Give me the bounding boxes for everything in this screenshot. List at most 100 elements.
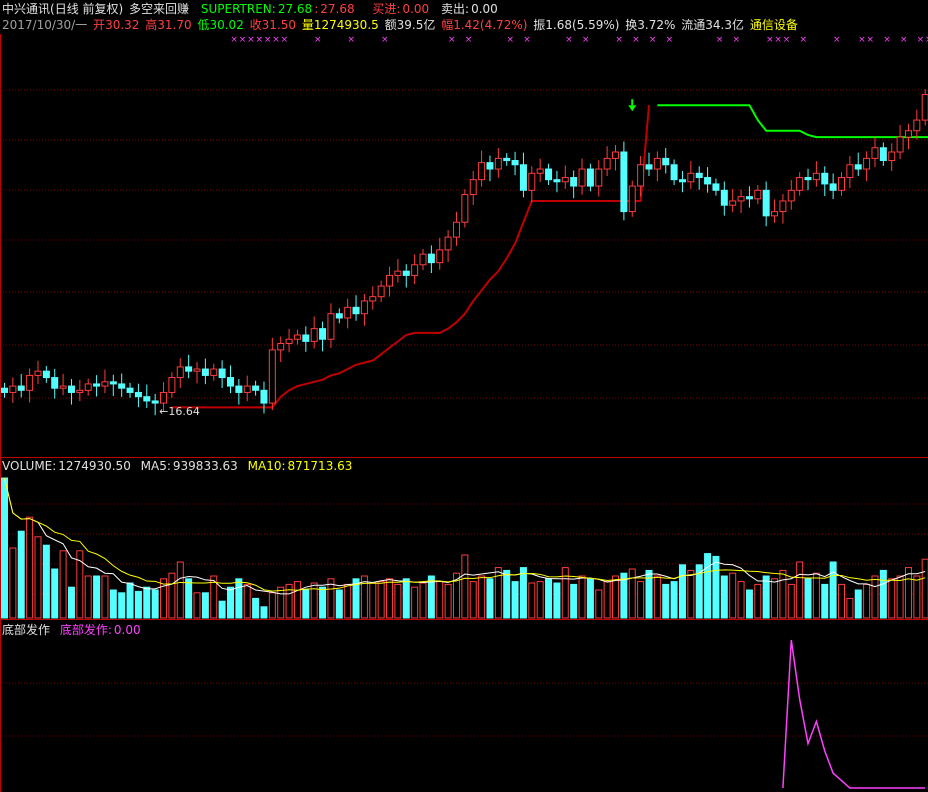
candle-body [34, 370, 42, 376]
volume-bar [268, 592, 276, 619]
volume-bar [704, 553, 712, 619]
candle-body [402, 270, 410, 276]
candle-body [804, 177, 812, 181]
volume-bar [377, 581, 385, 619]
candle-body [879, 147, 887, 162]
candle-body [863, 157, 871, 170]
volume-bar [586, 578, 594, 619]
x-mark: × [733, 35, 741, 45]
candle-body [260, 389, 268, 404]
candle-body [829, 183, 837, 191]
candle-body [201, 368, 209, 376]
candle-body [771, 211, 779, 217]
volume-bar [67, 586, 75, 619]
volume-bar [896, 575, 904, 619]
volume-bar [612, 575, 620, 619]
candle-body [561, 177, 569, 183]
candle-body [193, 368, 201, 372]
volume-bar [637, 581, 645, 619]
x-mark: × [247, 35, 255, 45]
candle-body [268, 349, 276, 404]
x-mark: × [766, 35, 774, 45]
candle-body [352, 306, 360, 315]
volume-bar [737, 581, 745, 619]
x-mark: × [917, 35, 925, 45]
volume-bar [545, 578, 553, 619]
candle-body [327, 313, 335, 340]
candle-body [419, 253, 427, 266]
candle-body [478, 162, 486, 181]
candle-body [653, 157, 661, 170]
candle-body [67, 385, 75, 393]
candle-body [779, 200, 787, 213]
volume-bar [478, 575, 486, 619]
x-mark: × [523, 35, 531, 45]
volume-bar [904, 567, 912, 619]
volume-bar [829, 561, 837, 619]
x-mark: × [264, 35, 272, 45]
candle-body [904, 130, 912, 138]
price-chart[interactable]: ××××××××××××××××××××××××××××××××××××××××… [0, 0, 928, 792]
volume-bar [519, 567, 527, 619]
x-mark: × [255, 35, 263, 45]
candle-body [302, 334, 310, 342]
candle-body [519, 164, 527, 191]
volume-bar [687, 569, 695, 619]
volume-bar [201, 592, 209, 619]
volume-bar [101, 575, 109, 619]
candle-body [737, 196, 745, 202]
candle-body [838, 177, 845, 191]
candle-body [436, 249, 444, 264]
volume-bar [779, 569, 787, 619]
volume-bar [553, 582, 561, 619]
candle-body [59, 385, 67, 389]
volume-bar [863, 583, 871, 619]
candle-body [494, 157, 502, 170]
volume-bar [34, 536, 42, 619]
volume-bar [252, 597, 260, 619]
candle-body [846, 164, 854, 179]
candle-body [444, 236, 452, 251]
supertrend-up-line [171, 105, 650, 409]
volume-bar [461, 554, 469, 619]
volume-bar [402, 578, 410, 619]
candle-body [319, 328, 327, 340]
volume-bar [436, 581, 444, 619]
candle-body [612, 151, 620, 159]
candle-body [285, 338, 293, 345]
candle-body [42, 370, 50, 379]
volume-bar [411, 586, 419, 619]
candle-body [411, 264, 419, 276]
candle-body [168, 377, 176, 393]
volume-bar [243, 583, 251, 619]
x-mark: × [448, 35, 456, 45]
x-mark: × [230, 35, 238, 45]
candle-body [687, 172, 695, 183]
volume-bar [662, 583, 670, 619]
volume-bar [812, 572, 820, 619]
volume-bar [42, 544, 50, 619]
volume-bar [176, 561, 184, 619]
candle-body [729, 200, 737, 206]
candle-body [344, 306, 352, 319]
candle-body [118, 383, 126, 389]
candle-body [51, 377, 59, 389]
volume-bar [762, 575, 770, 619]
candle-body [109, 381, 117, 385]
candle-body [796, 177, 804, 191]
volume-bar [293, 581, 301, 619]
candle-body [620, 151, 628, 213]
volume-bar [720, 575, 728, 619]
volume-bar [17, 530, 25, 619]
candle-body [185, 366, 193, 372]
candle-body [377, 285, 385, 298]
volume-bar [134, 590, 142, 619]
candle-body [720, 189, 728, 206]
volume-bar [754, 583, 762, 619]
volume-bar [511, 581, 519, 619]
candle-body [854, 164, 862, 170]
bottom-signal-line [782, 639, 926, 789]
x-mark: × [800, 35, 808, 45]
volume-bar [871, 575, 879, 619]
candle-body [26, 374, 34, 391]
